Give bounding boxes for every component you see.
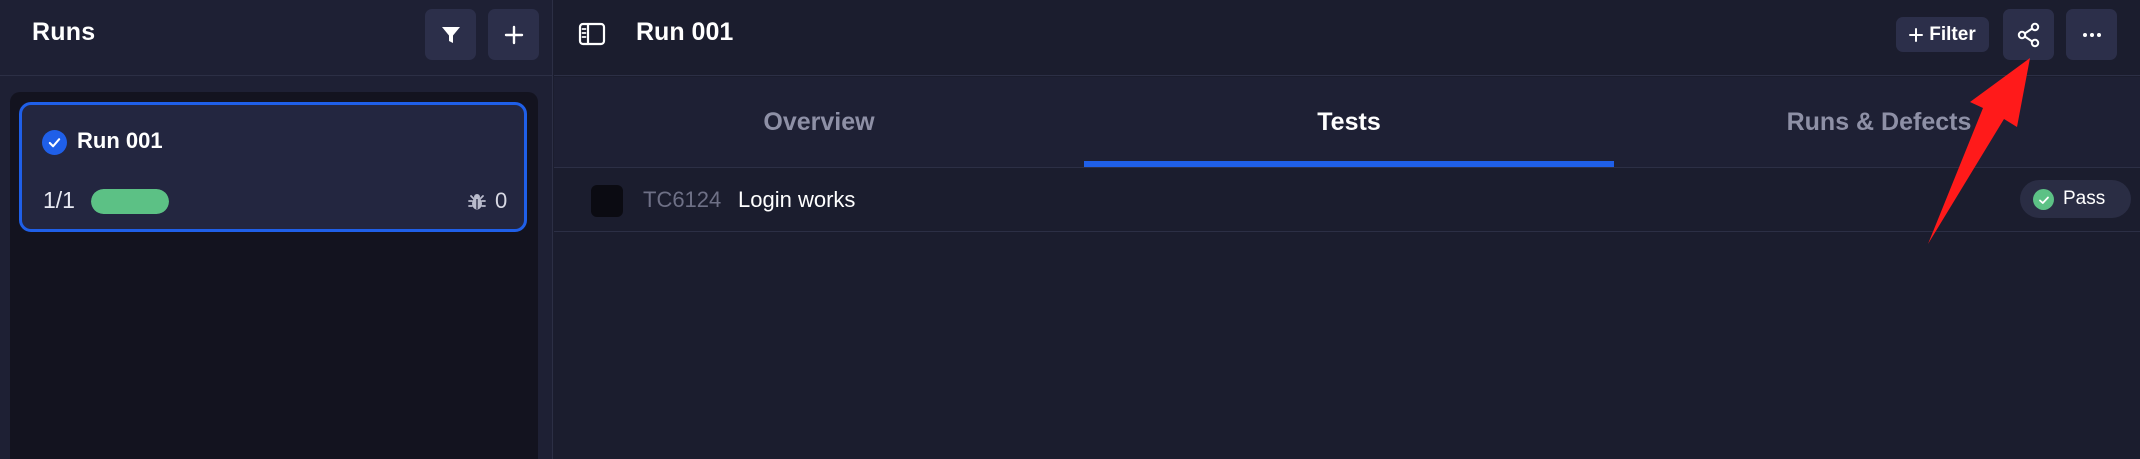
sidebar-toggle-icon[interactable] <box>578 22 606 46</box>
run-test-count: 1/1 <box>43 187 75 213</box>
page-title: Run 001 <box>636 18 734 46</box>
status-label: Pass <box>2063 188 2106 209</box>
check-circle-icon <box>42 130 67 155</box>
add-run-button[interactable] <box>488 9 539 60</box>
runs-sidebar: Runs Run 001 1/1 0 <box>0 0 553 459</box>
active-tab-indicator <box>1084 161 1614 167</box>
status-badge[interactable]: Pass <box>2020 180 2131 218</box>
filter-runs-button[interactable] <box>425 9 476 60</box>
sidebar-header: Runs <box>0 0 553 76</box>
test-title[interactable]: Login works <box>738 187 855 213</box>
tab-bar: Overview Tests Runs & Defects <box>554 77 2140 168</box>
tab-runs-defects[interactable]: Runs & Defects <box>1614 77 2140 168</box>
defect-count: 0 <box>495 188 508 213</box>
share-icon <box>2017 22 2039 47</box>
bug-icon <box>468 194 486 210</box>
plus-icon <box>1909 27 1924 42</box>
run-card[interactable]: Run 001 1/1 0 <box>19 102 527 232</box>
tab-overview[interactable]: Overview <box>554 77 1084 168</box>
more-horizontal-icon <box>2082 32 2101 37</box>
row-checkbox[interactable] <box>591 185 623 217</box>
main-header: Run 001 Filter <box>554 0 2140 76</box>
add-filter-button[interactable]: Filter <box>1896 17 1989 52</box>
run-progress-bar <box>91 189 169 214</box>
filter-label: Filter <box>1929 23 1976 45</box>
table-row[interactable]: TC6124 Login works Pass <box>554 168 2140 232</box>
tab-tests[interactable]: Tests <box>1084 77 1614 168</box>
sidebar-title: Runs <box>32 18 96 46</box>
run-list: Run 001 1/1 0 <box>10 92 538 459</box>
filter-icon <box>441 26 460 43</box>
run-progress-fill <box>91 189 169 214</box>
share-button[interactable] <box>2003 9 2054 60</box>
run-name: Run 001 <box>77 128 163 153</box>
plus-icon <box>504 25 523 44</box>
test-id: TC6124 <box>643 187 722 212</box>
more-options-button[interactable] <box>2066 9 2117 60</box>
check-circle-icon <box>2033 189 2054 210</box>
